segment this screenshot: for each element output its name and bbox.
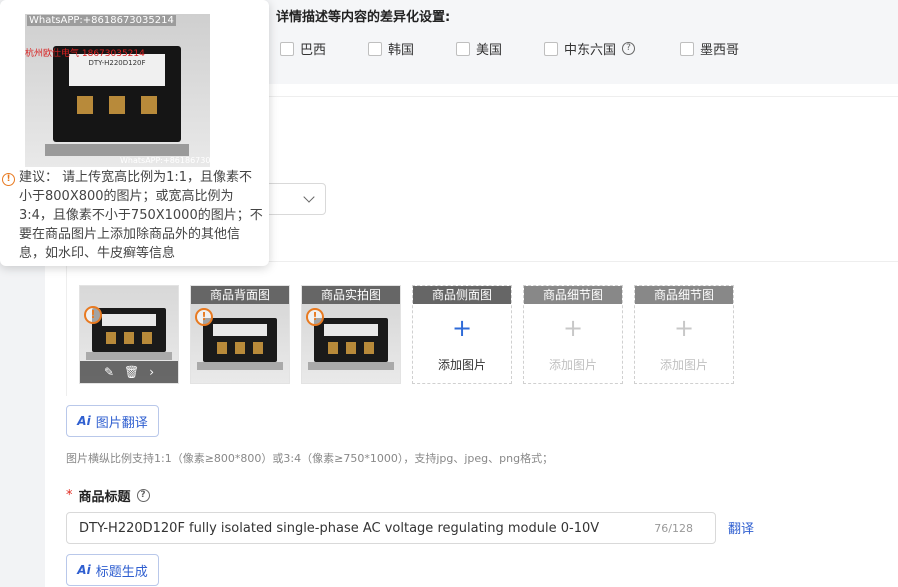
add-icon: +	[562, 314, 584, 342]
ai-icon: Ai	[77, 563, 91, 577]
product-photo: !	[302, 304, 400, 383]
button-label: 标题生成	[95, 564, 148, 580]
product-image	[197, 318, 283, 370]
country-option-mexico[interactable]: 墨西哥	[680, 39, 739, 58]
image-slot-detail-1[interactable]: 商品细节图 + 添加图片	[523, 285, 623, 384]
add-icon: +	[451, 314, 473, 342]
advice-text: 建议： 请上传宽高比例为1:1，且像素不小于800X800的图片；或宽高比例为3…	[19, 170, 263, 261]
product-photo: !	[191, 304, 289, 383]
label-text: 商品标题	[78, 490, 131, 505]
image-translate-button[interactable]: Ai 图片翻译	[66, 405, 159, 437]
country-settings-title: 详情描述等内容的差异化设置:	[276, 10, 451, 25]
checkbox[interactable]	[680, 41, 694, 56]
watermark-red-text: 杭州欧仕电气 18673035214	[25, 49, 145, 59]
country-label: 美国	[476, 43, 503, 58]
required-mark: *	[66, 488, 73, 503]
add-image-label: 添加图片	[659, 358, 708, 372]
button-label: 图片翻译	[95, 415, 148, 431]
image-slot-detail-2[interactable]: 商品细节图 + 添加图片	[634, 285, 734, 384]
image-slot-real[interactable]: 商品实拍图 !	[301, 285, 401, 384]
country-label: 韩国	[388, 43, 415, 58]
country-label: 巴西	[300, 43, 327, 58]
warning-icon: !	[306, 308, 324, 326]
help-icon[interactable]: ?	[136, 489, 150, 502]
watermark-bottom-text: WhatsAPP:+8618673035214	[120, 156, 210, 165]
chevron-down-icon	[303, 191, 315, 203]
add-image-label: 添加图片	[548, 358, 597, 372]
checkbox[interactable]	[544, 41, 558, 56]
generate-title-button[interactable]: Ai 标题生成	[66, 554, 159, 586]
title-value: DTY-H220D120F fully isolated single-phas…	[79, 521, 600, 536]
country-option-brazil[interactable]: 巴西	[280, 39, 326, 58]
product-title-label: * 商品标题 ?	[66, 486, 150, 505]
ai-icon: Ai	[77, 414, 91, 428]
checkbox[interactable]	[280, 41, 294, 56]
main-image-slot[interactable]: ! ✎ 🗑 ›	[79, 285, 179, 384]
image-advice-popover: DTY-H220D120F WhatsAPP:+8618673035214 杭州…	[0, 0, 269, 266]
help-icon[interactable]: ?	[622, 42, 636, 55]
country-label: 墨西哥	[700, 43, 740, 58]
product-title-input[interactable]: DTY-H220D120F fully isolated single-phas…	[66, 512, 716, 544]
product-preview-image: DTY-H220D120F WhatsAPP:+8618673035214 杭州…	[25, 14, 210, 167]
image-slot-back[interactable]: 商品背面图 !	[190, 285, 290, 384]
warning-icon: !	[195, 308, 213, 326]
country-option-usa[interactable]: 美国	[456, 39, 502, 58]
warning-icon: !	[84, 306, 102, 324]
product-image: DTY-H220D120F	[45, 46, 189, 156]
warning-icon: !	[2, 173, 15, 186]
image-toolbar: ✎ 🗑 ›	[80, 361, 178, 383]
delete-icon[interactable]: 🗑	[124, 365, 139, 379]
translate-link[interactable]: 翻译	[728, 518, 754, 537]
slot-label: 商品背面图	[191, 286, 289, 304]
category-select[interactable]	[265, 183, 326, 215]
edit-icon[interactable]: ✎	[104, 365, 114, 379]
product-image	[308, 318, 394, 370]
slot-label: 商品实拍图	[302, 286, 400, 304]
checkbox[interactable]	[368, 41, 382, 56]
checkbox[interactable]	[456, 41, 470, 56]
slot-label: 商品侧面图	[413, 286, 511, 304]
add-icon: +	[673, 314, 695, 342]
chevron-right-icon[interactable]: ›	[149, 365, 154, 379]
image-format-hint: 图片横纵比例支持1:1（像素≥800*800）或3:4（像素≥750*1000）…	[66, 452, 554, 465]
product-image	[86, 308, 172, 360]
add-image-label: 添加图片	[437, 358, 486, 372]
image-slot-side[interactable]: 商品侧面图 + 添加图片	[412, 285, 512, 384]
country-label: 中东六国	[564, 43, 617, 58]
character-count: 76/128	[654, 522, 693, 535]
slot-label: 商品细节图	[635, 286, 733, 304]
country-option-middle-east[interactable]: 中东六国 ?	[544, 39, 636, 58]
watermark-text: WhatsAPP:+8618673035214	[27, 15, 176, 26]
country-option-korea[interactable]: 韩国	[368, 39, 414, 58]
slot-label: 商品细节图	[524, 286, 622, 304]
